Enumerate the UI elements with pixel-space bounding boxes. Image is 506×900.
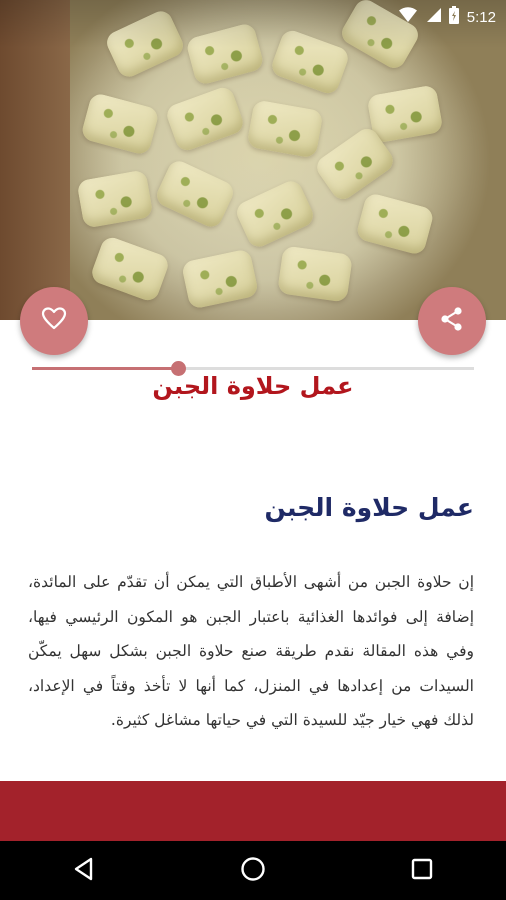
status-bar: 5:12: [0, 0, 506, 32]
halawa-piece: [88, 234, 172, 304]
bottom-bar: [0, 781, 506, 841]
halawa-piece: [268, 27, 352, 97]
halawa-piece: [153, 157, 237, 231]
back-triangle-icon: [73, 857, 95, 885]
wifi-icon: [398, 7, 417, 27]
home-circle-icon: [240, 856, 266, 886]
favorite-button[interactable]: [20, 287, 88, 355]
back-button[interactable]: [54, 851, 114, 891]
battery-icon: [448, 6, 459, 28]
halawa-piece: [180, 248, 260, 310]
wooden-table-edge: [0, 0, 70, 320]
article-title: عمل حلاوة الجبن: [152, 372, 354, 400]
heart-outline-icon: [41, 307, 67, 335]
halawa-piece: [277, 245, 353, 303]
status-time: 5:12: [466, 8, 496, 26]
halawa-piece: [233, 177, 317, 251]
halawa-piece: [163, 84, 247, 154]
signal-icon: [425, 7, 441, 27]
share-icon: [439, 306, 465, 336]
home-button[interactable]: [223, 851, 283, 891]
halawa-piece: [76, 169, 154, 229]
share-button[interactable]: [418, 287, 486, 355]
halawa-piece: [79, 91, 161, 157]
system-nav-bar: [0, 841, 506, 900]
halawa-piece: [354, 191, 436, 257]
halawa-piece: [246, 99, 324, 159]
halawa-piece: [366, 84, 444, 144]
article-body: إن حلاوة الجبن من أشهى الأطباق التي يمكن…: [28, 573, 474, 729]
halawa-piece: [312, 124, 398, 204]
hero-image: [0, 0, 506, 320]
recents-button[interactable]: [392, 851, 452, 891]
article-heading: عمل حلاوة الجبن: [264, 493, 474, 522]
reading-progress-fill: [32, 367, 178, 370]
recents-square-icon: [411, 858, 433, 884]
